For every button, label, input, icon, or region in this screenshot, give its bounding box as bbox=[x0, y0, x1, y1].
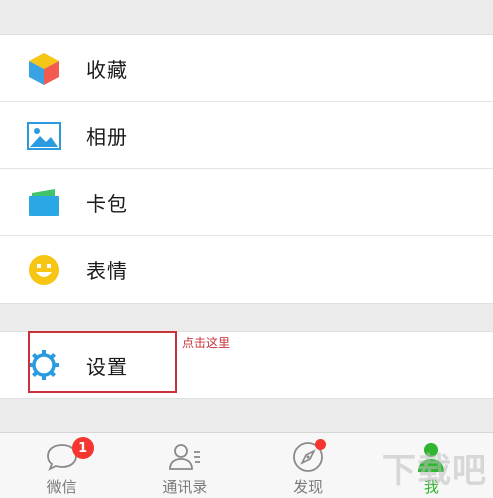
menu-item-label: 表情 bbox=[86, 259, 128, 283]
tab-label: 发现 bbox=[293, 478, 324, 496]
new-dot-indicator bbox=[315, 439, 327, 450]
menu-item-label: 相册 bbox=[86, 125, 128, 149]
menu-group: 收藏 相册 卡包 表情 bbox=[0, 34, 493, 304]
favorites-cube-icon bbox=[27, 52, 61, 86]
chat-bubble-icon: 1 bbox=[44, 437, 94, 473]
menu-item-favorites[interactable]: 收藏 bbox=[0, 35, 493, 102]
sticker-smiley-icon bbox=[27, 253, 61, 287]
card-wallet-icon bbox=[27, 186, 61, 220]
annotation-text: 点击这里 bbox=[182, 336, 231, 350]
tab-contacts[interactable]: 通讯录 bbox=[123, 433, 246, 498]
menu-item-cards[interactable]: 卡包 bbox=[0, 169, 493, 236]
tab-discover[interactable]: 发现 bbox=[247, 433, 370, 498]
tab-chats[interactable]: 1 微信 bbox=[0, 433, 123, 498]
tab-label: 通讯录 bbox=[162, 478, 208, 496]
contacts-icon bbox=[167, 441, 203, 473]
annotation-highlight-box bbox=[28, 331, 177, 393]
menu-item-album[interactable]: 相册 bbox=[0, 102, 493, 169]
tab-label: 微信 bbox=[46, 478, 77, 496]
menu-item-label: 卡包 bbox=[86, 192, 128, 216]
wechat-me-page: 收藏 相册 卡包 表情 设置 点击这里 1 微信 通讯录 发现 我 下载吧 bbox=[0, 0, 493, 498]
compass-icon bbox=[290, 439, 327, 473]
album-picture-icon bbox=[27, 119, 61, 153]
section-spacer bbox=[0, 304, 493, 331]
top-spacer bbox=[0, 0, 493, 34]
watermark-logo: 下载吧 bbox=[382, 451, 487, 491]
menu-item-stickers[interactable]: 表情 bbox=[0, 236, 493, 303]
unread-badge: 1 bbox=[71, 437, 94, 459]
menu-item-label: 收藏 bbox=[86, 58, 128, 82]
